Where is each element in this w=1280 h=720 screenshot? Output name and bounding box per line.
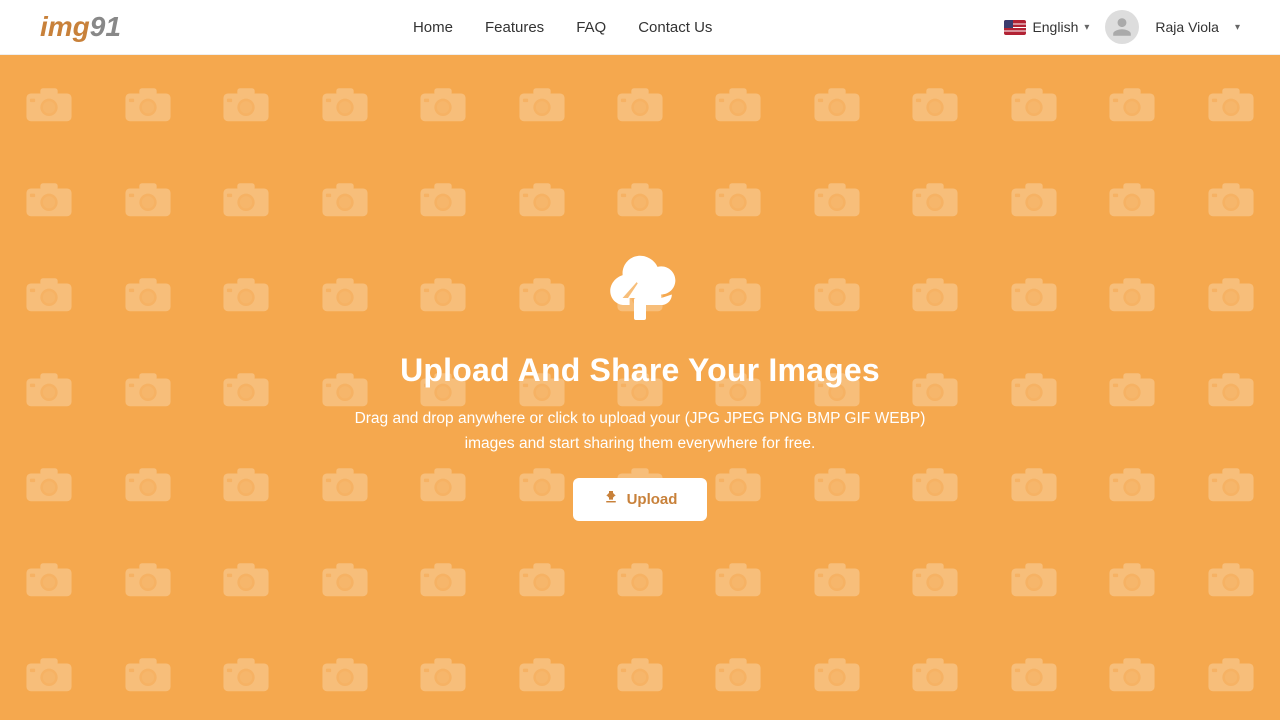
upload-icon [603, 489, 619, 510]
camera-bg-icon [1083, 435, 1181, 530]
camera-bg-icon [98, 150, 196, 245]
upload-button[interactable]: Upload [573, 478, 708, 521]
hero-subtitle: Drag and drop anywhere or click to uploa… [340, 407, 940, 457]
nav-links: Home Features FAQ Contact Us [413, 19, 712, 36]
camera-bg-icon [1083, 245, 1181, 340]
nav-features[interactable]: Features [485, 19, 544, 36]
camera-bg-icon [1182, 150, 1280, 245]
nav-home[interactable]: Home [413, 19, 453, 36]
navbar-right: English ▾ Raja Viola ▾ [1004, 10, 1240, 44]
camera-bg-icon [197, 340, 295, 435]
camera-bg-icon [197, 245, 295, 340]
camera-bg-icon [295, 530, 393, 625]
camera-bg-icon [689, 625, 787, 720]
camera-bg-icon [1083, 150, 1181, 245]
cloud-upload-icon [590, 254, 690, 334]
camera-bg-icon [689, 530, 787, 625]
camera-bg-icon [98, 530, 196, 625]
camera-bg-icon [0, 625, 98, 720]
camera-bg-icon [98, 340, 196, 435]
camera-bg-icon [1182, 530, 1280, 625]
camera-bg-icon [985, 530, 1083, 625]
user-name: Raja Viola [1155, 19, 1219, 35]
camera-bg-icon [394, 530, 492, 625]
nav-faq[interactable]: FAQ [576, 19, 606, 36]
camera-bg-icon [394, 625, 492, 720]
camera-bg-icon [1182, 55, 1280, 150]
avatar [1105, 10, 1139, 44]
camera-bg-icon [0, 435, 98, 530]
camera-bg-icon [492, 625, 590, 720]
camera-bg-icon [788, 150, 886, 245]
camera-bg-icon [689, 55, 787, 150]
chevron-down-icon: ▾ [1084, 22, 1089, 33]
camera-bg-icon [1083, 530, 1181, 625]
nav-contact[interactable]: Contact Us [638, 19, 712, 36]
camera-bg-icon [689, 150, 787, 245]
camera-bg-icon [197, 150, 295, 245]
camera-bg-icon [197, 435, 295, 530]
language-selector[interactable]: English ▾ [1004, 19, 1089, 35]
camera-bg-icon [1083, 625, 1181, 720]
camera-bg-icon [1182, 625, 1280, 720]
camera-bg-icon [788, 530, 886, 625]
camera-bg-icon [788, 625, 886, 720]
camera-bg-icon [0, 340, 98, 435]
camera-bg-icon [0, 150, 98, 245]
camera-bg-icon [591, 530, 689, 625]
camera-bg-icon [985, 150, 1083, 245]
camera-bg-icon [197, 55, 295, 150]
camera-bg-icon [0, 530, 98, 625]
camera-bg-icon [1083, 55, 1181, 150]
upload-button-label: Upload [627, 491, 678, 508]
camera-bg-icon [985, 435, 1083, 530]
camera-bg-icon [788, 55, 886, 150]
camera-bg-icon [295, 55, 393, 150]
language-label: English [1032, 19, 1078, 35]
camera-bg-icon [492, 150, 590, 245]
camera-bg-icon [295, 150, 393, 245]
camera-bg-icon [394, 150, 492, 245]
camera-bg-icon [492, 55, 590, 150]
hero-title: Upload And Share Your Images [400, 352, 880, 389]
camera-bg-icon [591, 55, 689, 150]
camera-bg-icon [886, 625, 984, 720]
camera-bg-icon [591, 150, 689, 245]
camera-bg-icon [985, 340, 1083, 435]
camera-bg-icon [886, 55, 984, 150]
camera-bg-icon [197, 625, 295, 720]
flag-icon [1004, 20, 1026, 35]
camera-bg-icon [591, 625, 689, 720]
camera-bg-icon [394, 55, 492, 150]
camera-bg-icon [886, 530, 984, 625]
camera-bg-icon [0, 245, 98, 340]
camera-bg-icon [0, 55, 98, 150]
camera-bg-icon [98, 245, 196, 340]
camera-bg-icon [985, 625, 1083, 720]
logo[interactable]: img91 [40, 11, 121, 43]
hero-section: Upload And Share Your Images Drag and dr… [0, 55, 1280, 720]
camera-bg-icon [197, 530, 295, 625]
camera-bg-icon [98, 435, 196, 530]
camera-bg-icon [985, 245, 1083, 340]
camera-bg-icon [98, 55, 196, 150]
hero-content: Upload And Share Your Images Drag and dr… [340, 254, 940, 522]
camera-bg-icon [886, 150, 984, 245]
camera-bg-icon [1182, 245, 1280, 340]
user-chevron-icon[interactable]: ▾ [1235, 22, 1240, 33]
camera-bg-icon [985, 55, 1083, 150]
camera-bg-icon [295, 625, 393, 720]
camera-bg-icon [492, 530, 590, 625]
navbar: img91 Home Features FAQ Contact Us Engli… [0, 0, 1280, 55]
camera-bg-icon [98, 625, 196, 720]
camera-bg-icon [1083, 340, 1181, 435]
camera-bg-icon [1182, 340, 1280, 435]
camera-bg-icon [1182, 435, 1280, 530]
